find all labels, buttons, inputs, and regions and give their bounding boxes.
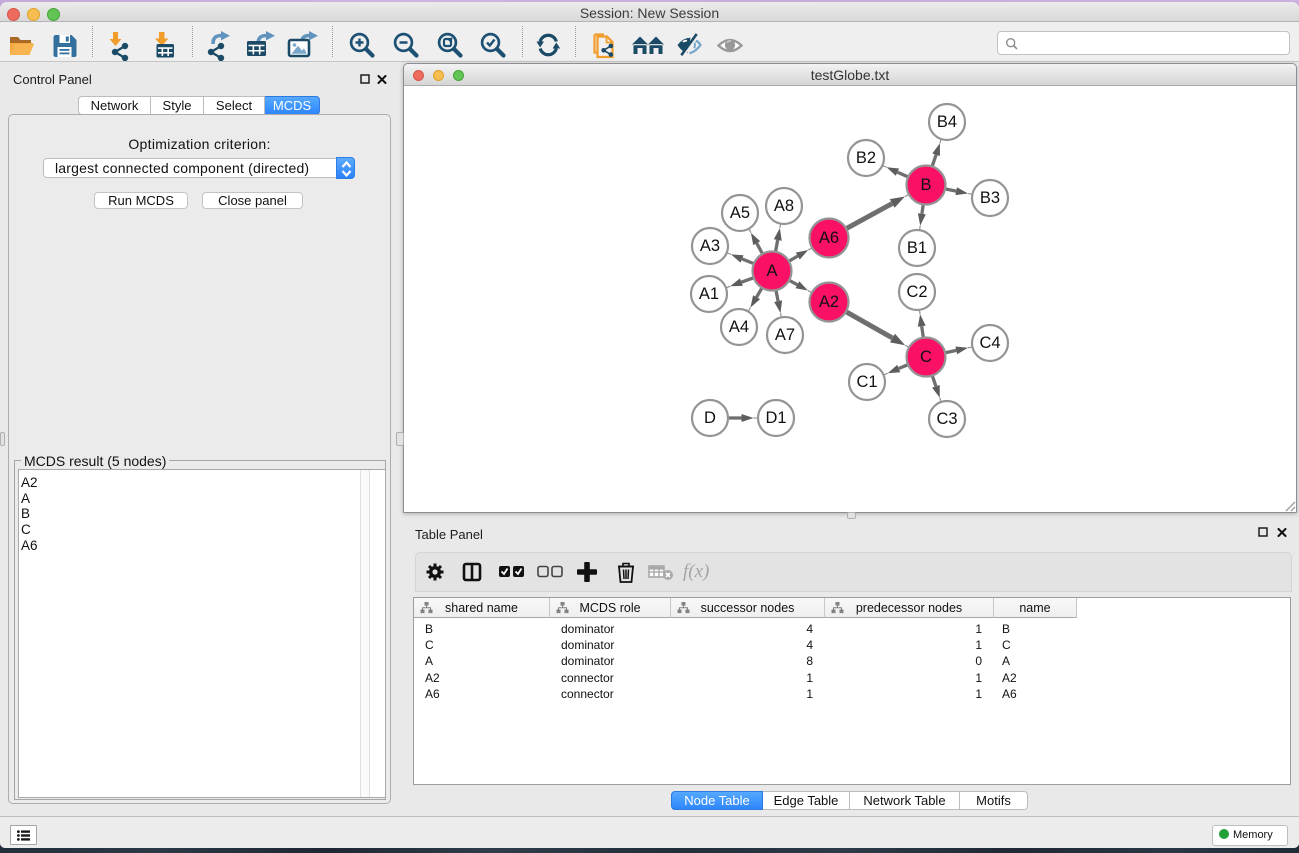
svg-text:A8: A8 [774, 197, 794, 215]
svg-text:D1: D1 [765, 409, 786, 427]
svg-text:B1: B1 [907, 239, 927, 257]
svg-text:A4: A4 [729, 318, 749, 336]
svg-text:B4: B4 [937, 113, 957, 131]
svg-text:C3: C3 [936, 410, 957, 428]
svg-text:A3: A3 [700, 237, 720, 255]
svg-text:C: C [920, 348, 932, 366]
svg-text:D: D [704, 409, 716, 427]
svg-text:A5: A5 [730, 204, 750, 222]
svg-text:C4: C4 [979, 334, 1000, 352]
svg-text:A1: A1 [699, 285, 719, 303]
svg-text:A2: A2 [819, 293, 839, 311]
svg-text:C2: C2 [906, 283, 927, 301]
svg-text:B3: B3 [980, 189, 1000, 207]
svg-text:A7: A7 [775, 326, 795, 344]
svg-text:A6: A6 [819, 229, 839, 247]
svg-text:A: A [766, 262, 777, 280]
svg-text:B2: B2 [856, 149, 876, 167]
svg-text:C1: C1 [856, 373, 877, 391]
svg-text:B: B [920, 176, 931, 194]
